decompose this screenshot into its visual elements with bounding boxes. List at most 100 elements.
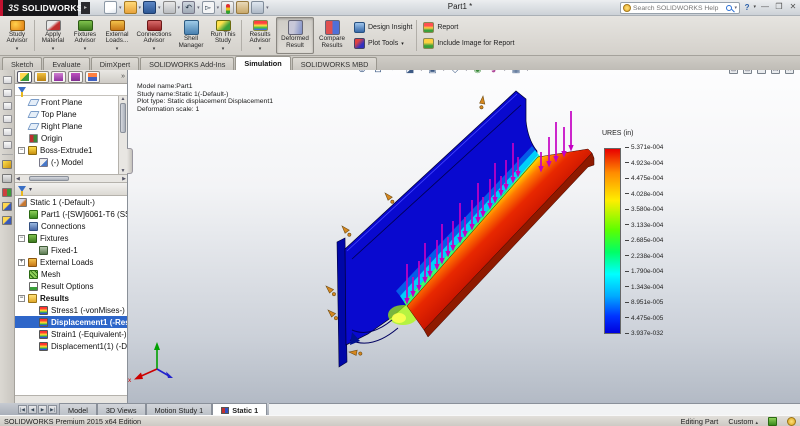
tab-solidworks-add-ins[interactable]: SOLIDWORKS Add-Ins (140, 57, 234, 70)
dropdown-arrow[interactable]: ▾ (465, 70, 468, 73)
tag-icon[interactable] (768, 417, 777, 426)
viewport-split-icon[interactable]: ⊡ (729, 70, 738, 74)
standard-view-icon-4[interactable] (3, 115, 12, 123)
first-tab-icon[interactable]: |◀ (18, 405, 27, 414)
select-icon[interactable]: ▻ (202, 1, 215, 14)
tree-item-result-options[interactable]: Result Options (15, 280, 127, 292)
scrollbar-thumb[interactable] (29, 176, 69, 181)
tree-item-front-plane[interactable]: Front Plane (15, 96, 127, 108)
run-this-study-button[interactable]: Run ThisStudy ▾ (207, 17, 239, 54)
search-input[interactable] (633, 5, 724, 12)
tree-item-mesh[interactable]: Mesh (15, 268, 127, 280)
open-icon[interactable] (124, 1, 137, 14)
dimxpert-manager-tab[interactable] (68, 71, 83, 83)
file-properties-icon[interactable] (236, 1, 249, 14)
edit-appearance-icon[interactable]: ◕ (488, 70, 500, 75)
deformed-result-button[interactable]: DeformedResult (276, 17, 314, 54)
options-icon[interactable] (251, 1, 264, 14)
apply-scene-icon[interactable]: ▦ (510, 70, 522, 75)
tab-sketch[interactable]: Sketch (2, 57, 42, 70)
part-feature-icon-2[interactable] (2, 216, 12, 225)
tree-item-strain1[interactable]: Strain1 (-Equivalent-) (15, 328, 127, 340)
expand-icon[interactable]: + (18, 259, 25, 266)
apply-material-button[interactable]: ApplyMaterial ▾ (37, 17, 69, 54)
tree-item-fixed-1[interactable]: Fixed-1 (15, 244, 127, 256)
dimension-icon[interactable] (2, 174, 12, 183)
search-box[interactable]: ▾ (620, 2, 740, 14)
doc-close-icon[interactable]: ✕ (785, 70, 794, 74)
standard-view-icon-3[interactable] (3, 102, 12, 110)
display-manager-tab[interactable] (85, 71, 100, 83)
tree-filter-bar[interactable] (15, 84, 127, 96)
unit-system-selector[interactable]: Custom ▴ (728, 417, 758, 426)
tree-item-right-plane[interactable]: Right Plane (15, 120, 127, 132)
dropdown-arrow[interactable]: ▾ (734, 5, 737, 11)
panel-resize-grip[interactable] (127, 148, 133, 174)
help-icon[interactable]: ? (745, 3, 750, 12)
section-view-icon[interactable]: ◪ (404, 70, 416, 75)
tree-item-results[interactable]: −Results (15, 292, 127, 304)
tab-simulation[interactable]: Simulation (235, 56, 290, 70)
dropdown-arrow[interactable]: ▾ (504, 70, 507, 73)
tree-horizontal-scrollbar[interactable]: ◀▶ (15, 174, 127, 183)
hide-show-items-icon[interactable]: ◉ (472, 70, 484, 75)
feature-manager-tab[interactable] (17, 71, 32, 83)
zoom-to-area-icon[interactable]: ⊡ (372, 70, 384, 75)
external-loads-button[interactable]: ExternalLoads... ▾ (101, 17, 133, 54)
fixtures-advisor-button[interactable]: FixturesAdvisor ▾ (69, 17, 101, 54)
tab-solidworks-mbd[interactable]: SOLIDWORKS MBD (292, 57, 378, 70)
tree-item-fixtures[interactable]: −Fixtures (15, 232, 127, 244)
doc-minimize-icon[interactable]: — (757, 70, 766, 74)
close-icon[interactable]: ✕ (788, 2, 798, 12)
tree-item-origin[interactable]: Origin (15, 132, 127, 144)
display-style-icon[interactable]: ◇ (449, 70, 461, 75)
search-icon[interactable] (726, 5, 732, 11)
minimize-icon[interactable]: — (760, 2, 770, 12)
tree-item-part1[interactable]: Part1 (-[SW]6061-T6 (SS)-) (15, 208, 127, 220)
assembly-icon[interactable] (2, 188, 12, 197)
tree-item-displacement1[interactable]: Displacement1 (-Res di (15, 316, 127, 328)
collapse-icon[interactable]: − (18, 235, 25, 242)
tree-item-boss-extrude1[interactable]: −Boss-Extrude1 (15, 144, 127, 156)
include-image-for-report-button[interactable]: Include Image for Report (421, 37, 516, 50)
configuration-manager-tab[interactable] (51, 71, 66, 83)
report-button[interactable]: Report (421, 21, 516, 34)
tab-model[interactable]: Model (59, 403, 97, 415)
design-insight-button[interactable]: Design Insight (352, 21, 414, 34)
dropdown-arrow[interactable]: ▾ (526, 70, 529, 73)
standard-view-icon-2[interactable] (3, 89, 12, 97)
print-icon[interactable] (163, 1, 176, 14)
restore-icon[interactable]: ❒ (774, 2, 784, 12)
connections-advisor-button[interactable]: ConnectionsAdvisor ▾ (133, 17, 175, 54)
scroll-right-icon[interactable]: ▶ (122, 176, 126, 182)
tab-dimxpert[interactable]: DimXpert (91, 57, 139, 70)
panel-bottom-scrollbar[interactable] (15, 395, 127, 403)
tree-vertical-scrollbar[interactable]: ▲▼ (118, 96, 127, 174)
scrollbar-thumb[interactable] (120, 103, 126, 133)
tree-item-displacement1-1[interactable]: Displacement1(1) (-Displ (15, 340, 127, 352)
plot-tools-button[interactable]: Plot Tools ▾ (352, 37, 414, 50)
last-tab-icon[interactable]: ▶| (48, 405, 57, 414)
collapse-icon[interactable]: − (18, 295, 25, 302)
dropdown-arrow[interactable]: ▾ (443, 70, 446, 73)
save-icon[interactable] (143, 1, 156, 14)
tree-item-stress1[interactable]: Stress1 (-vonMises-) (15, 304, 127, 316)
menu-expand-arrow[interactable]: ▸ (81, 2, 90, 14)
tree-item-model[interactable]: (-) Model (15, 156, 127, 168)
doc-restore-icon[interactable]: ❒ (771, 70, 780, 74)
help-coin-icon[interactable] (787, 417, 796, 426)
new-document-icon[interactable] (104, 1, 117, 14)
tree-item-external-loads[interactable]: +External Loads (15, 256, 127, 268)
previous-view-icon[interactable]: ↶ (388, 70, 400, 75)
part-feature-icon-1[interactable] (2, 202, 12, 211)
zoom-fit-icon[interactable]: ⊕ (356, 70, 368, 75)
tab-evaluate[interactable]: Evaluate (43, 57, 89, 70)
graphics-viewport[interactable]: ⊕ ⊡ ↶ ◪ ▾ ▣ ▾ ◇ ▾ ◉ ◕ ▾ ▦ ▾ ⊡ ⊡ — ❒ ✕ Mo… (128, 70, 800, 403)
scroll-left-icon[interactable]: ◀ (16, 176, 20, 182)
viewport-split-icon-2[interactable]: ⊡ (743, 70, 752, 74)
tab-3d-views[interactable]: 3D Views (97, 403, 146, 415)
dropdown-arrow[interactable]: ▾ (420, 70, 423, 73)
standard-view-icon-6[interactable] (3, 141, 12, 149)
tree-splitter-filter[interactable]: ▾ (15, 183, 127, 196)
dropdown-arrow[interactable]: ▾ (753, 4, 756, 10)
